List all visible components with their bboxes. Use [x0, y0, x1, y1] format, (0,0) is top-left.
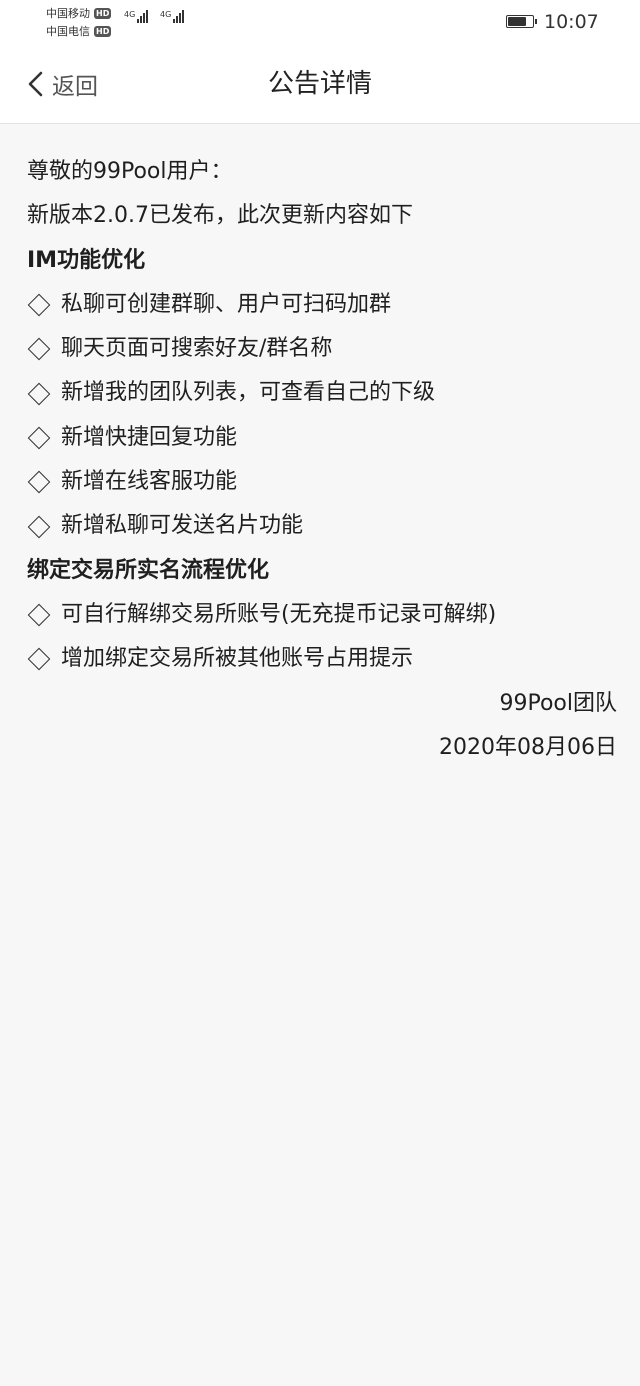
diamond-bullet-icon: [27, 338, 51, 361]
list-item-text: 聊天页面可搜索好友/群名称: [61, 336, 333, 362]
carrier-2: 中国电信 HD: [46, 22, 112, 40]
announcement-content: 尊敬的99Pool用户： 新版本2.0.7已发布，此次更新内容如下 IM功能优化…: [27, 150, 617, 770]
list-item: 新增私聊可发送名片功能: [27, 504, 617, 548]
section-title-im: IM功能优化: [27, 247, 146, 273]
list-item-text: 可自行解绑交易所账号(无充提币记录可解绑): [61, 601, 497, 627]
nav-bar: 返回 公告详情: [0, 46, 640, 124]
carrier-1: 中国移动 HD: [46, 4, 112, 22]
signal-bars-icon: [137, 10, 149, 23]
list-item-text: 增加绑定交易所被其他账号占用提示: [61, 646, 414, 672]
list-item-text: 私聊可创建群聊、用户可扫码加群: [61, 291, 392, 317]
announcement-date: 2020年08月06日: [439, 734, 617, 760]
hd-badge-icon: HD: [94, 7, 112, 19]
diamond-bullet-icon: [27, 515, 51, 538]
signal-1: 4G: [124, 10, 149, 23]
list-item: 可自行解绑交易所账号(无充提币记录可解绑): [27, 593, 617, 637]
network-type-label: 4G: [160, 10, 172, 19]
list-item-text: 新增在线客服功能: [61, 469, 238, 495]
list-item: 新增在线客服功能: [27, 460, 617, 504]
list-item: 聊天页面可搜索好友/群名称: [27, 327, 617, 371]
diamond-bullet-icon: [27, 293, 51, 317]
carrier-info: 中国移动 HD 中国电信 HD: [46, 4, 112, 40]
status-time: 10:07: [544, 11, 599, 33]
battery-icon: [506, 15, 534, 28]
diamond-bullet-icon: [27, 426, 51, 450]
carrier-1-name: 中国移动: [46, 7, 90, 20]
list-item: 私聊可创建群聊、用户可扫码加群: [27, 283, 617, 327]
list-item: 新增我的团队列表，可查看自己的下级: [27, 371, 617, 415]
diamond-bullet-icon: [27, 382, 51, 405]
carrier-2-name: 中国电信: [46, 25, 90, 38]
diamond-bullet-icon: [27, 603, 51, 627]
battery-level: [508, 17, 526, 26]
network-type-label: 4G: [124, 10, 136, 19]
greeting: 尊敬的99Pool用户：: [27, 159, 233, 184]
section-title-exchange: 绑定交易所实名流程优化: [27, 557, 270, 583]
page-title: 公告详情: [267, 69, 372, 99]
signature: 99Pool团队: [499, 690, 617, 716]
battery-cap: [535, 19, 537, 24]
list-item-text: 新增私聊可发送名片功能: [61, 513, 304, 539]
signal-bars-icon: [173, 10, 185, 23]
list-item-text: 新增我的团队列表，可查看自己的下级: [61, 380, 436, 406]
list-item: 增加绑定交易所被其他账号占用提示: [27, 637, 617, 681]
signal-2: 4G: [160, 10, 185, 23]
diamond-bullet-icon: [27, 470, 51, 494]
intro-text: 新版本2.0.7已发布，此次更新内容如下: [27, 203, 413, 229]
list-item-text: 新增快捷回复功能: [61, 424, 238, 450]
list-item: 新增快捷回复功能: [27, 416, 617, 460]
status-bar: 中国移动 HD 中国电信 HD 4G 4G 10:07: [0, 0, 640, 46]
diamond-bullet-icon: [27, 648, 51, 671]
hd-badge-icon: HD: [94, 25, 112, 37]
